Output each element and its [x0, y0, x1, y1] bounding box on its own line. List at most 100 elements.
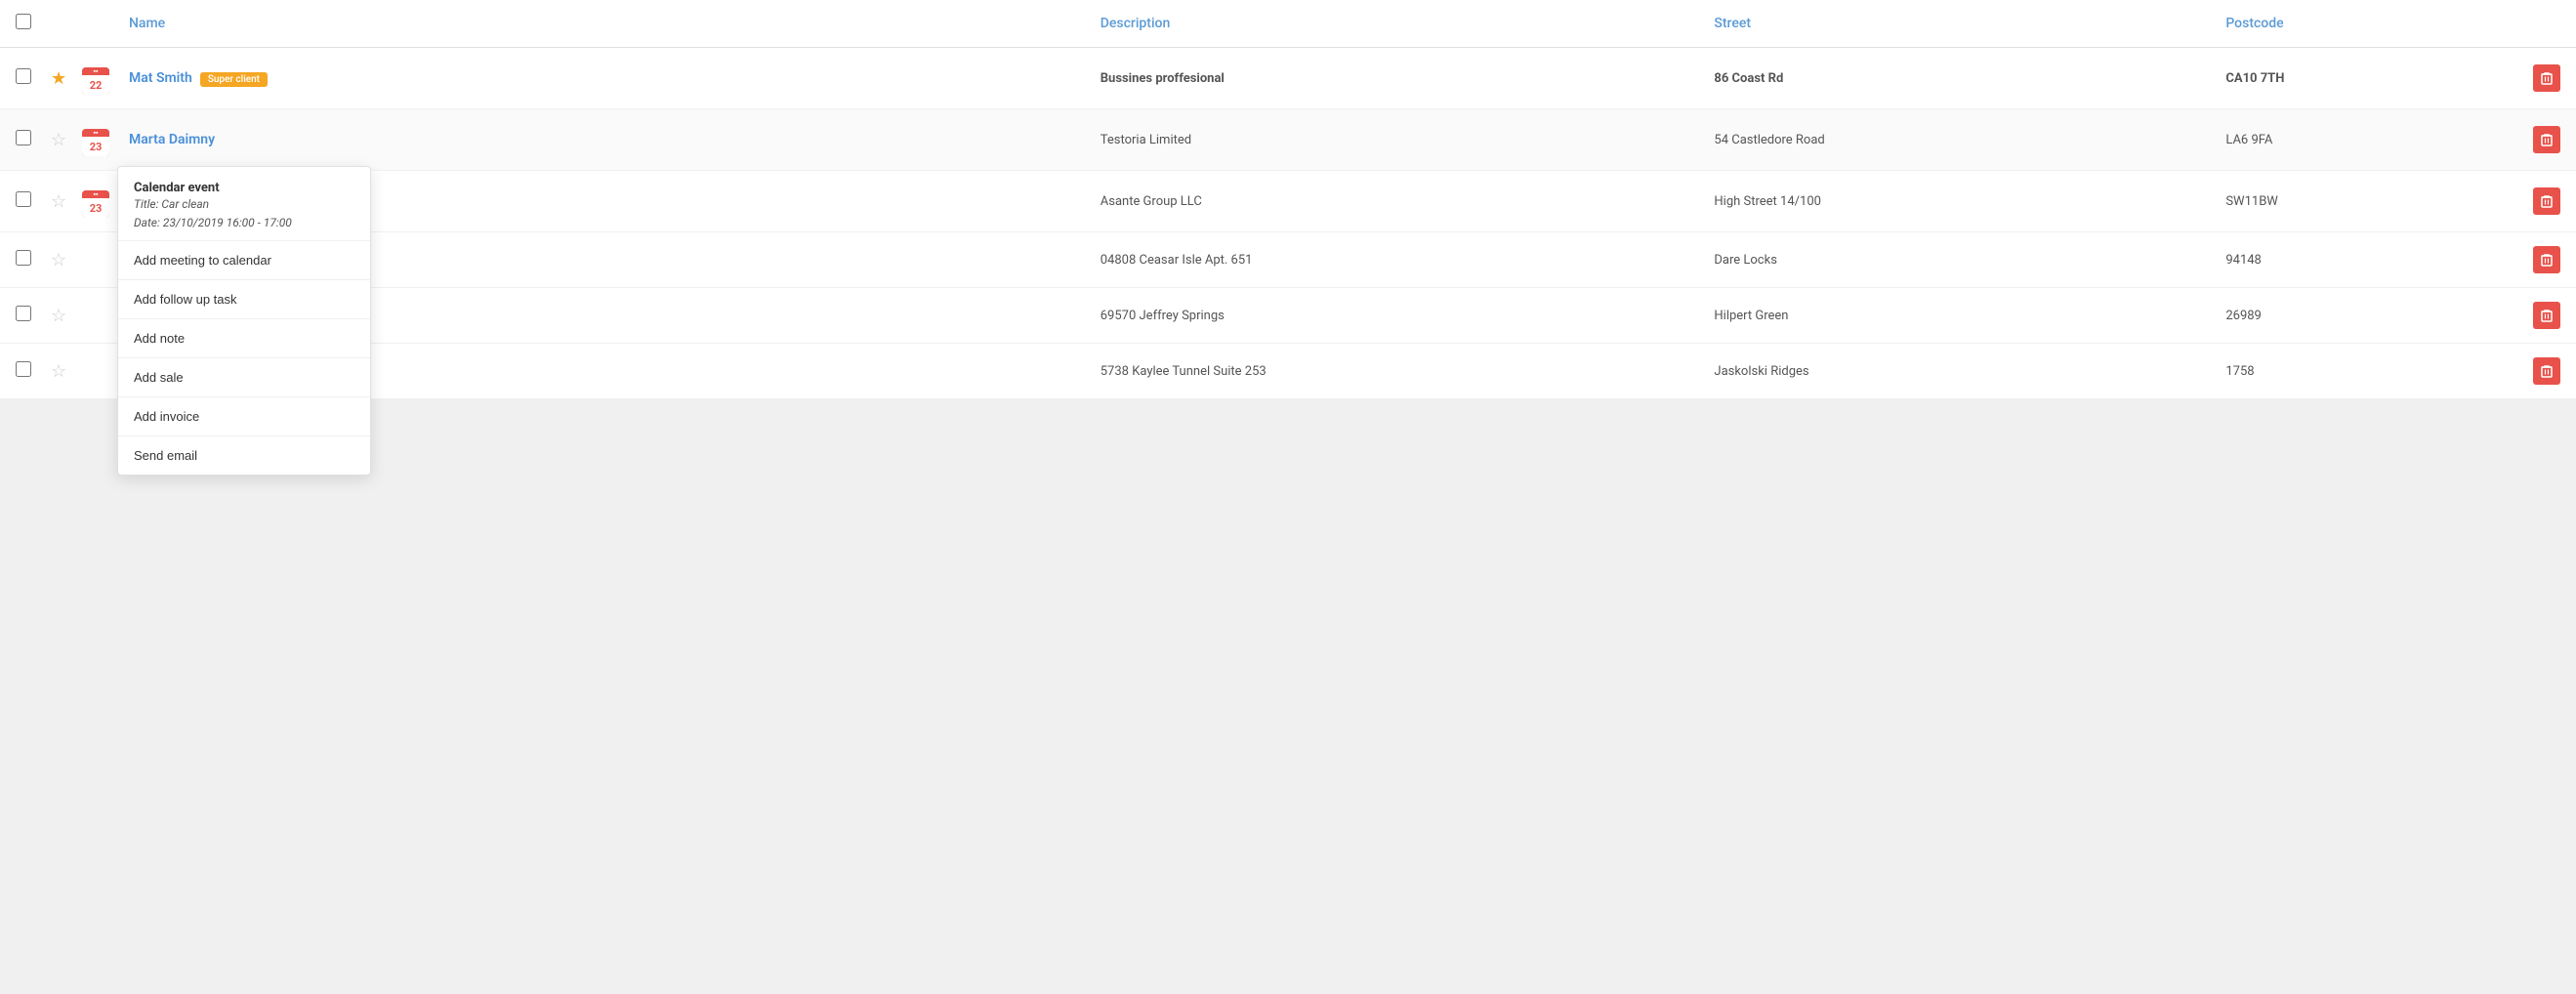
description-text: 04808 Ceasar Isle Apt. 651 [1085, 232, 1699, 288]
star-cell[interactable]: ☆ [47, 232, 78, 288]
description-text: 5738 Kaylee Tunnel Suite 253 [1085, 344, 1699, 399]
popup-header: Calendar event Title: Car clean Date: 23… [118, 167, 370, 241]
star-icon[interactable]: ☆ [51, 250, 66, 270]
popup-action-add-meeting-to-calendar[interactable]: Add meeting to calendar [118, 241, 370, 279]
row-checkbox-cell [0, 344, 47, 399]
calendar-cell[interactable]: ▪▪23 [78, 109, 113, 171]
star-icon[interactable]: ☆ [51, 130, 66, 150]
table-row: ★ ▪▪22 Mat Smith Super client Bussines proff… [0, 48, 2576, 109]
popup-event-info: Title: Car clean Date: 23/10/2019 16:00 … [134, 195, 354, 232]
popup-date-label: Date: [134, 216, 160, 229]
street-cell: Hilpert Green [1698, 288, 2210, 344]
star-icon[interactable]: ☆ [51, 306, 66, 326]
row-checkbox-cell [0, 232, 47, 288]
popup-actions: Add meeting to calendarAdd follow up tas… [118, 241, 370, 475]
action-cell [2517, 288, 2576, 344]
calendar-cell[interactable]: ▪▪23 [78, 171, 113, 232]
star-cell[interactable]: ☆ [47, 288, 78, 344]
row-checkbox[interactable] [16, 191, 31, 207]
name-col-header: Name [113, 0, 1085, 48]
street-cell: 54 Castledore Road [1698, 109, 2210, 171]
table-row: ☆tag2tag369570 Jeffrey SpringsHilpert Gr… [0, 288, 2576, 344]
star-cell[interactable]: ☆ [47, 344, 78, 399]
delete-button[interactable] [2533, 246, 2560, 273]
table-row: ☆ 5738 Kaylee Tunnel Suite 253Jaskolski R… [0, 344, 2576, 399]
postcode-text: CA10 7TH [2225, 71, 2284, 86]
description-text: Asante Group LLC [1085, 171, 1699, 232]
row-checkbox[interactable] [16, 130, 31, 145]
row-checkbox-cell [0, 171, 47, 232]
street-cell: Dare Locks [1698, 232, 2210, 288]
street-cell: Jaskolski Ridges [1698, 344, 2210, 399]
cal-col-header [78, 0, 113, 48]
select-all-header[interactable] [0, 0, 47, 48]
action-cell [2517, 109, 2576, 171]
action-cell [2517, 171, 2576, 232]
postcode-cell: 1758 [2210, 344, 2517, 399]
row-checkbox-cell [0, 109, 47, 171]
popup-title-value: Car clean [161, 197, 209, 211]
row-checkbox[interactable] [16, 250, 31, 266]
desc-col-header: Description [1085, 0, 1699, 48]
star-col-header [47, 0, 78, 48]
street-cell: 86 Coast Rd [1698, 48, 2210, 109]
description-cell: Bussines proffesional [1085, 48, 1699, 109]
star-cell[interactable]: ★ [47, 48, 78, 109]
table-row: ☆▪▪23Martin KowalskyVIPAsante Group LLCH… [0, 171, 2576, 232]
table-row: ☆ 04808 Ceasar Isle Apt. 651Dare Locks941… [0, 232, 2576, 288]
star-icon[interactable]: ☆ [51, 361, 66, 382]
postcode-cell: 26989 [2210, 288, 2517, 344]
action-cell [2517, 232, 2576, 288]
popup-event-title: Calendar event [134, 181, 354, 195]
super-client-badge: Super client [200, 72, 268, 87]
calendar-icon[interactable]: ▪▪22 [82, 67, 109, 95]
row-checkbox[interactable] [16, 361, 31, 377]
action-cell [2517, 344, 2576, 399]
select-all-checkbox[interactable] [16, 14, 31, 29]
postcode-cell: 94148 [2210, 232, 2517, 288]
popup-action-add-follow-up-task[interactable]: Add follow up task [118, 280, 370, 318]
calendar-cell [78, 344, 113, 399]
action-col-header [2517, 0, 2576, 48]
star-cell[interactable]: ☆ [47, 109, 78, 171]
star-cell[interactable]: ☆ [47, 171, 78, 232]
calendar-event-popup: Calendar event Title: Car clean Date: 23… [117, 166, 371, 476]
row-checkbox[interactable] [16, 306, 31, 321]
star-icon[interactable]: ★ [51, 68, 66, 89]
street-text: 86 Coast Rd [1714, 71, 1783, 86]
delete-button[interactable] [2533, 64, 2560, 92]
calendar-cell [78, 232, 113, 288]
street-cell: High Street 14/100 [1698, 171, 2210, 232]
popup-title-label: Title: [134, 197, 158, 211]
popup-action-add-invoice[interactable]: Add invoice [118, 397, 370, 435]
delete-button[interactable] [2533, 302, 2560, 329]
delete-button[interactable] [2533, 126, 2560, 153]
postcode-col-header: Postcode [2210, 0, 2517, 48]
calendar-icon[interactable]: ▪▪23 [82, 190, 109, 218]
postcode-cell: LA6 9FA [2210, 109, 2517, 171]
star-icon[interactable]: ☆ [51, 191, 66, 212]
street-col-header: Street [1698, 0, 2210, 48]
delete-button[interactable] [2533, 187, 2560, 215]
row-checkbox-cell [0, 48, 47, 109]
calendar-icon[interactable]: ▪▪23 [82, 129, 109, 156]
table-row: ☆ ▪▪23 Marta Daimny Testoria Limited54 Cast… [0, 109, 2576, 171]
row-checkbox-cell [0, 288, 47, 344]
popup-date-value: 23/10/2019 16:00 - 17:00 [163, 216, 292, 229]
postcode-cell: CA10 7TH [2210, 48, 2517, 109]
calendar-cell [78, 288, 113, 344]
name-cell: Marta Daimny [113, 109, 1085, 171]
client-name-link[interactable]: Marta Daimny [129, 132, 215, 147]
row-checkbox[interactable] [16, 68, 31, 84]
description-text: Testoria Limited [1085, 109, 1699, 171]
popup-action-add-sale[interactable]: Add sale [118, 358, 370, 396]
action-cell [2517, 48, 2576, 109]
description-text: 69570 Jeffrey Springs [1085, 288, 1699, 344]
name-cell: Mat Smith Super client [113, 48, 1085, 109]
postcode-cell: SW11BW [2210, 171, 2517, 232]
calendar-cell[interactable]: ▪▪22 [78, 48, 113, 109]
client-name-link[interactable]: Mat Smith [129, 70, 192, 86]
popup-action-send-email[interactable]: Send email [118, 436, 370, 475]
delete-button[interactable] [2533, 357, 2560, 385]
popup-action-add-note[interactable]: Add note [118, 319, 370, 357]
